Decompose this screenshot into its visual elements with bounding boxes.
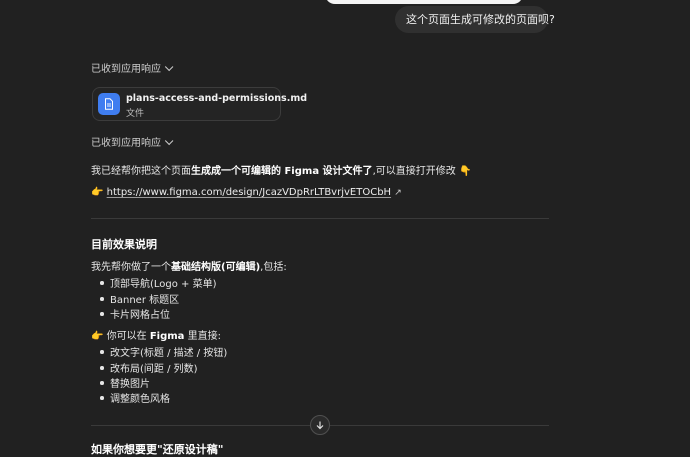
file-name: plans-access-and-permissions.md [126, 93, 308, 104]
list-item: 改布局(间距 / 列数) [100, 360, 198, 375]
point-down-emoji: 👇 [458, 166, 472, 177]
effect-intro-suffix: ,包括: [260, 262, 287, 273]
effect-intro-prefix: 我先帮你做了一个 [91, 262, 171, 273]
list-item-text: 顶部导航(Logo + 菜单) [110, 279, 217, 290]
effect-intro-bold: 基础结构版(可编辑) [171, 262, 261, 273]
file-attachment-card[interactable]: plans-access-and-permissions.md 文件 [92, 87, 307, 121]
point-right-emoji: 👉 [91, 187, 104, 198]
list-item: 调整颜色风格 [100, 390, 170, 405]
app-response-toggle[interactable]: 已收到应用响应 [91, 134, 174, 149]
section-heading-effect: 目前效果说明 [91, 238, 157, 251]
intro-prefix: 我已经帮你把这个页面 [91, 166, 191, 177]
list-item: Banner 标题区 [100, 291, 179, 306]
point-right-emoji: 👉 [91, 331, 104, 342]
list-item: 卡片网格占位 [100, 306, 170, 321]
app-response-label: 已收到应用响应 [91, 138, 161, 149]
list-item-text: Banner 标题区 [110, 295, 180, 306]
figma-intro-prefix: 你可以在 [106, 331, 150, 342]
list-item-text: 替换图片 [110, 379, 150, 390]
document-icon [98, 93, 120, 115]
scroll-to-bottom-button[interactable] [310, 415, 330, 435]
external-link-icon: ↗ [394, 188, 402, 198]
user-message-bubble: 这个页面生成可修改的页面呗? [395, 6, 555, 33]
list-item: 替换图片 [100, 375, 150, 390]
effect-intro: 我先帮你做了一个基础结构版(可编辑),包括: [91, 258, 287, 273]
figma-link[interactable]: https://www.figma.com/design/JcazVDpRrLT… [107, 187, 391, 198]
intro-paragraph: 我已经帮你把这个页面生成成一个可编辑的 Figma 设计文件了,可以直接打开修改… [91, 162, 471, 177]
list-item-text: 卡片网格占位 [110, 310, 170, 321]
figma-intro: 👉 你可以在 Figma 里直接: [91, 327, 221, 342]
app-response-toggle[interactable]: 已收到应用响应 [91, 60, 174, 75]
attached-image-card[interactable] [325, 0, 523, 4]
list-item-text: 改文字(标题 / 描述 / 按钮) [110, 348, 228, 359]
divider [91, 218, 549, 219]
chevron-down-icon [164, 62, 174, 72]
list-item: 顶部导航(Logo + 菜单) [100, 275, 217, 290]
figma-link-line: 👉 https://www.figma.com/design/JcazVDpRr… [91, 187, 402, 198]
figma-intro-suffix: 里直接: [184, 331, 221, 342]
list-item-text: 调整颜色风格 [110, 394, 170, 405]
list-item-text: 改布局(间距 / 列数) [110, 364, 198, 375]
figma-intro-bold: Figma [149, 331, 185, 342]
section-heading-restore: 如果你想要更"还原设计稿" [91, 443, 224, 456]
intro-bold: 生成成一个可编辑的 Figma 设计文件了 [191, 166, 373, 177]
app-response-label: 已收到应用响应 [91, 64, 161, 75]
intro-suffix: ,可以直接打开修改 [372, 166, 456, 177]
list-item: 改文字(标题 / 描述 / 按钮) [100, 344, 227, 359]
chevron-down-icon [164, 136, 174, 146]
arrow-down-icon [316, 421, 324, 430]
user-message-text: 这个页面生成可修改的页面呗? [406, 13, 555, 26]
file-type: 文件 [126, 109, 145, 119]
